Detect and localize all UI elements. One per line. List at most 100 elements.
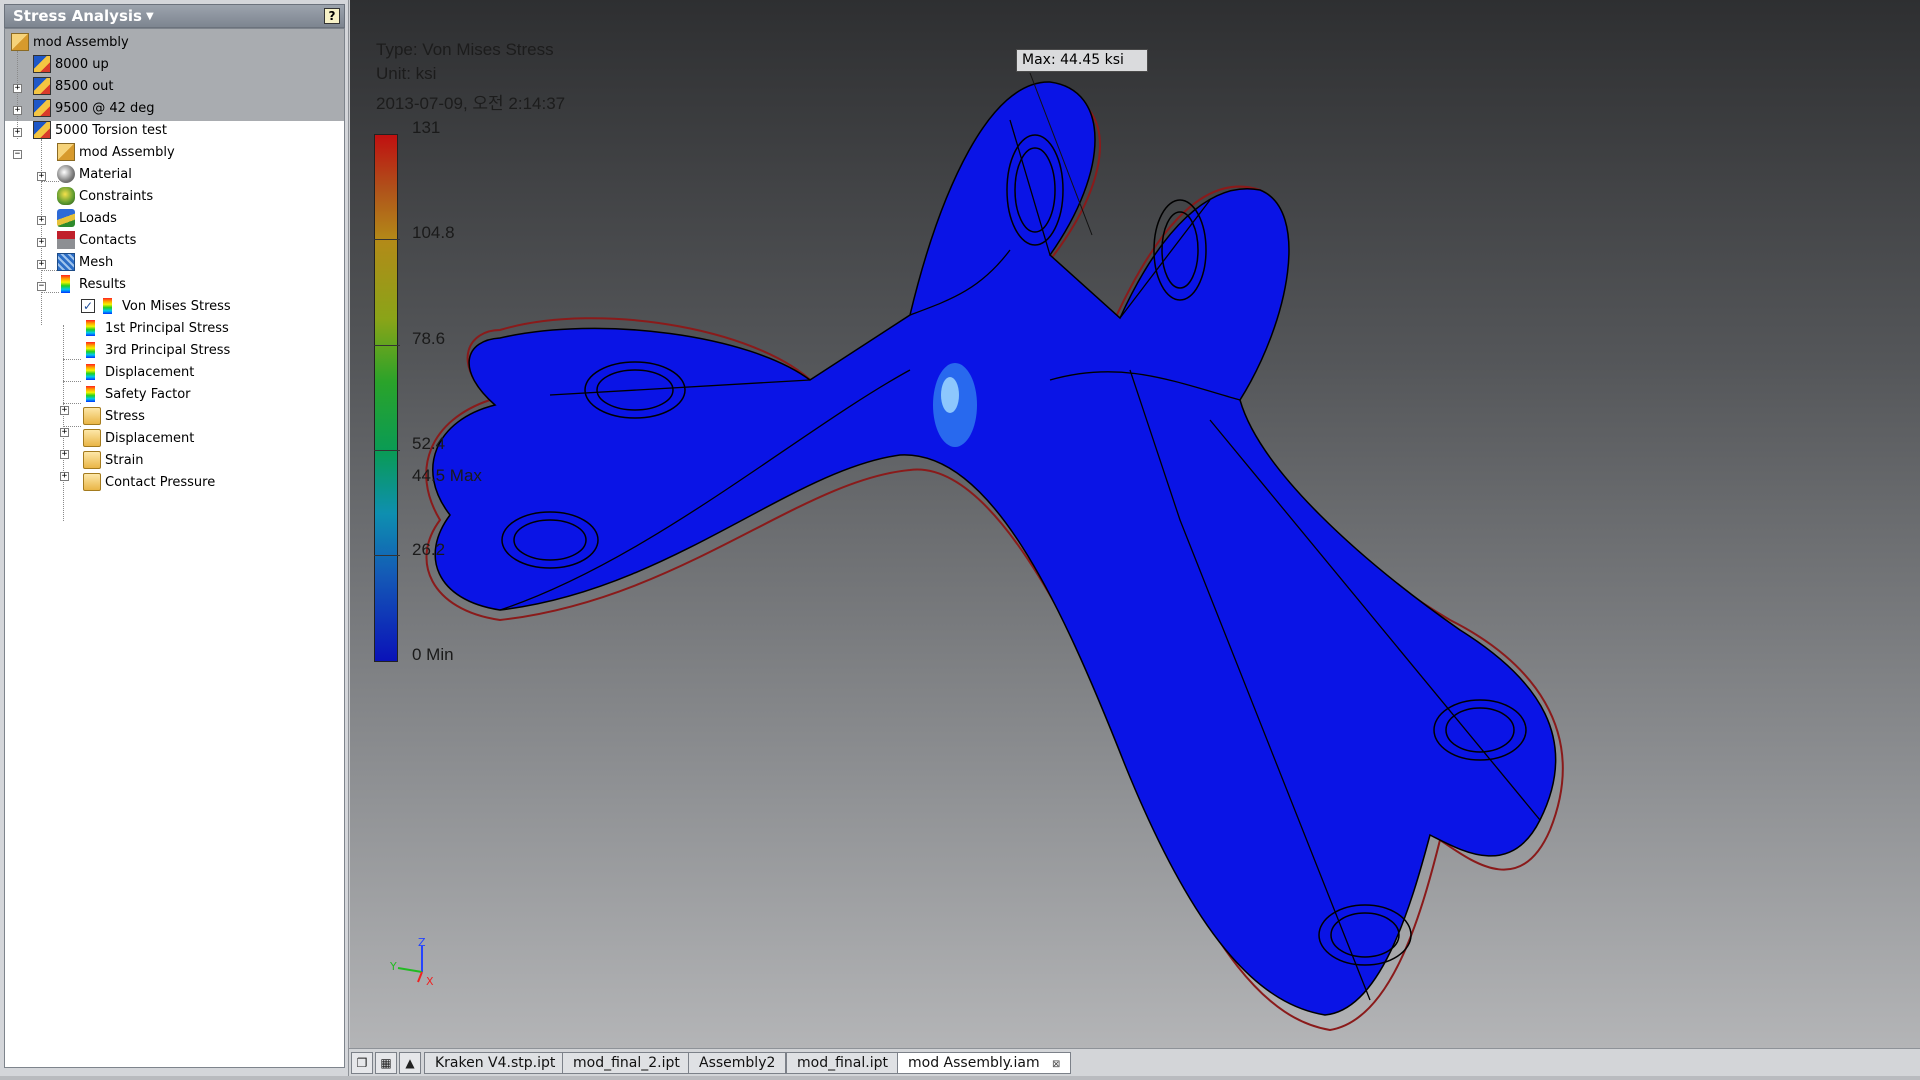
tree-node-label: 1st Principal Stress	[105, 320, 229, 336]
expand-icon[interactable]: +	[37, 216, 46, 225]
tab-assembly2[interactable]: Assembly2	[688, 1052, 787, 1074]
tree-connector	[41, 139, 42, 325]
tab-label: mod_final.ipt	[797, 1055, 888, 1071]
tree-node-mesh[interactable]: Mesh	[57, 251, 113, 273]
expand-icon[interactable]: +	[13, 84, 22, 93]
tree-node-label: Results	[79, 276, 126, 292]
tree-node-label: Contact Pressure	[105, 474, 216, 490]
tree-connector	[63, 325, 64, 521]
tree-connector	[63, 359, 81, 360]
legend-label: 26.2	[412, 540, 446, 559]
tree-connector	[63, 381, 81, 382]
result-type-text: Type: Von Mises Stress	[376, 40, 554, 59]
close-icon[interactable]: ⊠	[1052, 1059, 1060, 1070]
expand-icon[interactable]: +	[60, 450, 69, 459]
tree-node-result-von-mises[interactable]: ✓ Von Mises Stress	[81, 295, 231, 317]
tree-node-material[interactable]: Material	[57, 163, 132, 185]
study-icon	[33, 77, 51, 95]
tree-node-contacts[interactable]: Contacts	[57, 229, 136, 251]
tree-node-label: 8000 up	[55, 56, 109, 72]
result-plot-icon	[86, 386, 95, 402]
result-plot-icon	[103, 298, 112, 314]
tab-label: Assembly2	[699, 1055, 776, 1071]
tree-node-study-active[interactable]: 5000 Torsion test	[33, 119, 167, 141]
expand-icon[interactable]: +	[60, 472, 69, 481]
tree-node-assembly[interactable]: mod Assembly	[57, 141, 175, 163]
check-icon[interactable]: ✓	[81, 299, 95, 313]
browser-tree: mod Assembly + 8000 up + 8500 out + 9500…	[4, 28, 345, 1068]
tree-node-result-safety-factor[interactable]: Safety Factor	[86, 383, 191, 405]
tree-node-study[interactable]: 9500 @ 42 deg	[33, 97, 155, 119]
help-icon[interactable]: ?	[324, 8, 340, 24]
expand-icon[interactable]: +	[37, 260, 46, 269]
result-date-text: 2013-07-09, 오전 2:14:37	[376, 94, 566, 113]
result-plot-icon	[86, 364, 95, 380]
material-icon	[57, 165, 75, 183]
document-tab-bar: ❐ ▦ ▲ Kraken V4.stp.ipt mod_final_2.ipt …	[349, 1048, 1920, 1076]
tree-node-label: Safety Factor	[105, 386, 191, 402]
graphics-viewport[interactable]: Z Y X Type: Von Mises Stress Unit: ksi 2…	[350, 0, 1920, 1050]
triad-y-label: Y	[389, 960, 397, 973]
expand-icon[interactable]: +	[13, 106, 22, 115]
tree-node-study[interactable]: 8000 up	[33, 53, 109, 75]
expand-icon[interactable]: +	[13, 128, 22, 137]
tree-node-root-assembly[interactable]: mod Assembly	[11, 31, 129, 53]
tree-node-label: 9500 @ 42 deg	[55, 100, 155, 116]
tree-node-label: Displacement	[105, 364, 195, 380]
expand-icon[interactable]: +	[37, 238, 46, 247]
max-stress-callout[interactable]: Max: 44.45 ksi	[1016, 49, 1148, 72]
tree-node-folder-displacement[interactable]: Displacement	[83, 427, 194, 449]
view-triad[interactable]: Z Y X	[389, 936, 434, 988]
folder-icon	[83, 451, 101, 469]
expand-icon[interactable]: +	[60, 428, 69, 437]
tree-node-loads[interactable]: Loads	[57, 207, 117, 229]
legend-label: 131	[412, 118, 441, 137]
tree-node-result-3rd-principal[interactable]: 3rd Principal Stress	[86, 339, 230, 361]
tree-node-folder-contact-pressure[interactable]: Contact Pressure	[83, 471, 215, 493]
tile-windows-icon[interactable]: ▦	[375, 1052, 397, 1074]
stress-hotspot-peak	[941, 377, 959, 413]
folder-icon	[83, 407, 101, 425]
assembly-icon	[57, 143, 75, 161]
study-icon	[33, 121, 51, 139]
tab-mod-final-2[interactable]: mod_final_2.ipt	[562, 1052, 691, 1074]
tree-node-label: Displacement	[105, 430, 195, 446]
collapse-icon[interactable]: −	[37, 282, 46, 291]
expand-icon[interactable]: +	[60, 406, 69, 415]
stress-model[interactable]: Z Y X	[350, 0, 1920, 1050]
legend-label: 78.6	[412, 329, 446, 348]
tab-label: mod Assembly.iam	[908, 1055, 1040, 1071]
result-plot-icon	[86, 342, 95, 358]
triad-x-label: X	[426, 975, 434, 988]
tree-node-label: Contacts	[79, 232, 137, 248]
tree-node-label: mod Assembly	[79, 144, 175, 160]
tree-node-result-1st-principal[interactable]: 1st Principal Stress	[86, 317, 229, 339]
tree-connector	[17, 51, 18, 139]
tree-node-folder-stress[interactable]: Stress	[83, 405, 145, 427]
open-documents-menu-icon[interactable]: ▲	[399, 1052, 421, 1074]
result-unit-text: Unit: ksi	[376, 64, 437, 83]
legend-max-label: 44.5 Max	[412, 466, 482, 485]
cascade-windows-icon[interactable]: ❐	[351, 1052, 373, 1074]
study-icon	[33, 55, 51, 73]
tree-node-results[interactable]: Results	[57, 273, 126, 295]
expand-icon[interactable]: +	[37, 172, 46, 181]
tab-mod-final[interactable]: mod_final.ipt	[786, 1052, 899, 1074]
tree-node-folder-strain[interactable]: Strain	[83, 449, 144, 471]
stress-model-body	[432, 81, 1557, 1016]
tree-node-study[interactable]: 8500 out	[33, 75, 114, 97]
tab-mod-assembly-active[interactable]: mod Assembly.iam ⊠	[897, 1052, 1072, 1074]
folder-icon	[83, 429, 101, 447]
model-browser: Stress Analysis ▼ ? mod Assembly + 8000 …	[0, 0, 349, 1080]
chevron-down-icon[interactable]: ▼	[146, 11, 154, 22]
tab-label: Kraken V4.stp.ipt	[435, 1055, 556, 1071]
tree-node-result-displacement[interactable]: Displacement	[86, 361, 194, 383]
tree-node-label: 8500 out	[55, 78, 114, 94]
tree-node-constraints[interactable]: Constraints	[57, 185, 153, 207]
collapse-icon[interactable]: −	[13, 150, 22, 159]
color-legend-bar	[374, 134, 398, 662]
results-icon	[61, 275, 70, 293]
tab-label: mod_final_2.ipt	[573, 1055, 680, 1071]
tab-kraken-v4[interactable]: Kraken V4.stp.ipt	[424, 1052, 567, 1074]
browser-header[interactable]: Stress Analysis ▼ ?	[4, 4, 345, 28]
